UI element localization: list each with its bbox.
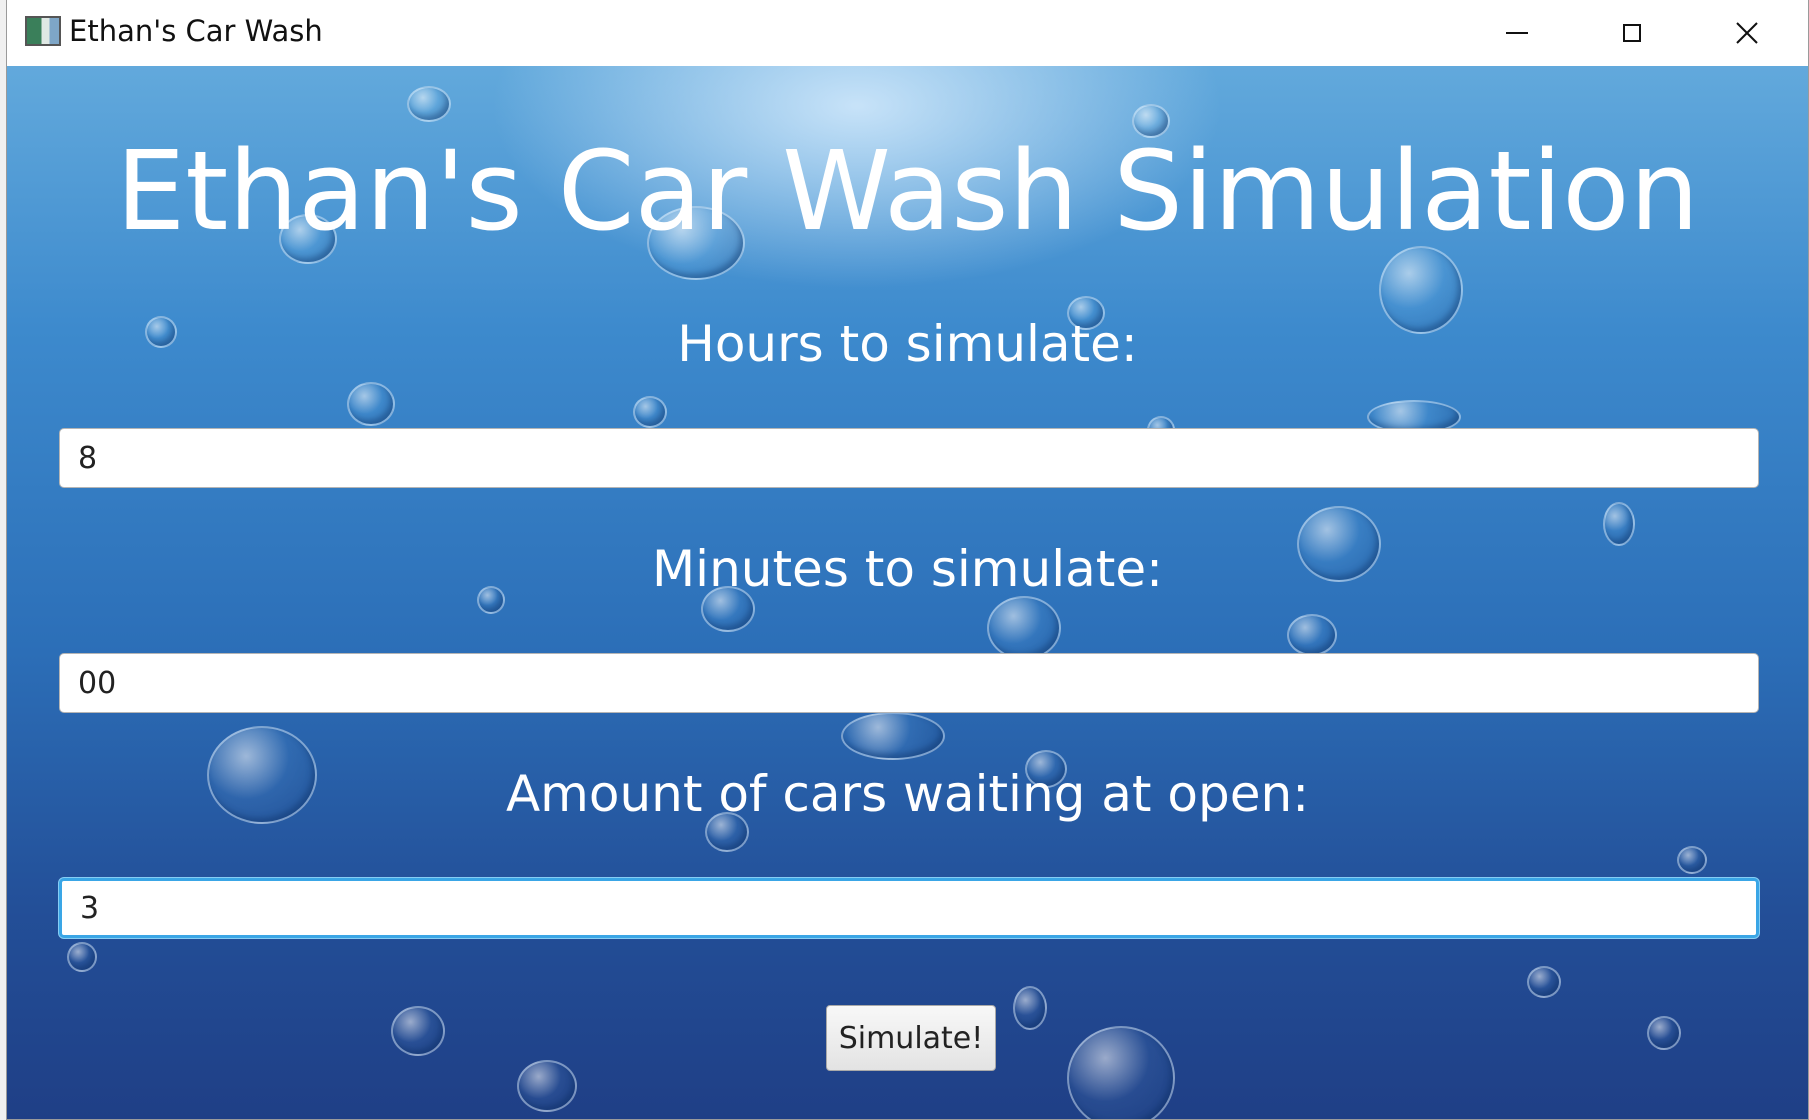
maximize-icon <box>1623 24 1641 42</box>
simulate-button[interactable]: Simulate! <box>826 1005 996 1071</box>
hours-input[interactable] <box>59 428 1759 488</box>
window-title: Ethan's Car Wash <box>69 14 323 48</box>
water-droplet <box>347 382 395 426</box>
water-droplet <box>987 596 1061 660</box>
minutes-label: Minutes to simulate: <box>652 540 1163 598</box>
water-droplet <box>1647 1016 1681 1050</box>
minimize-button[interactable] <box>1462 0 1572 66</box>
water-droplet <box>67 942 97 972</box>
app-window: Ethan's Car Wash Ethan's Car Wash Simula… <box>6 0 1809 1120</box>
app-icon <box>25 16 61 46</box>
close-icon <box>1736 22 1758 44</box>
water-droplet <box>1013 986 1047 1030</box>
water-droplet <box>407 86 451 122</box>
water-droplet <box>391 1006 445 1056</box>
water-droplet <box>633 396 667 428</box>
maximize-button[interactable] <box>1577 0 1687 66</box>
cars-label: Amount of cars waiting at open: <box>505 765 1310 823</box>
page-title: Ethan's Car Wash Simulation <box>115 127 1700 255</box>
water-droplet <box>1677 846 1707 874</box>
hours-label: Hours to simulate: <box>677 315 1138 373</box>
minutes-input[interactable] <box>59 653 1759 713</box>
water-droplet <box>1527 966 1561 998</box>
water-droplet <box>517 1060 577 1112</box>
cars-waiting-input[interactable] <box>59 878 1759 938</box>
water-droplet <box>1067 1026 1175 1119</box>
water-droplet <box>841 712 945 760</box>
water-droplet <box>1287 614 1337 656</box>
minimize-icon <box>1506 32 1528 34</box>
close-button[interactable] <box>1692 0 1802 66</box>
water-background: Ethan's Car Wash Simulation Hours to sim… <box>7 66 1808 1119</box>
title-bar[interactable]: Ethan's Car Wash <box>7 0 1808 66</box>
